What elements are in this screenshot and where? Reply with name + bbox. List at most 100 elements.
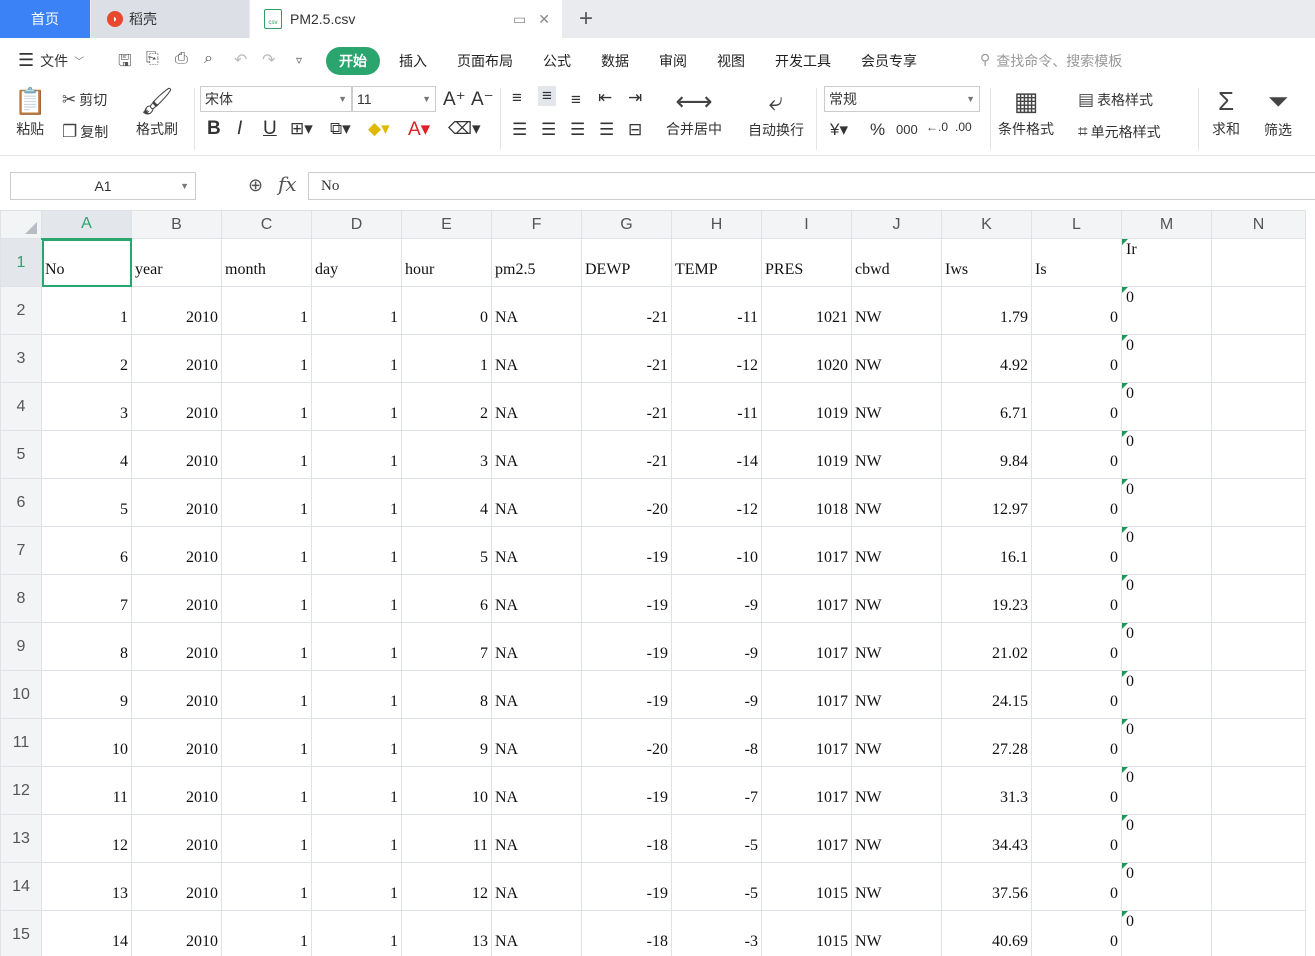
- cell-n3[interactable]: [1211, 334, 1306, 383]
- cell-f2[interactable]: NA: [491, 286, 582, 335]
- cell-k9[interactable]: 21.02: [941, 622, 1032, 671]
- cell-c7[interactable]: 1: [221, 526, 312, 575]
- cell-c15[interactable]: 1: [221, 910, 312, 956]
- menu-tab-formulas[interactable]: 公式: [532, 47, 582, 75]
- cell-i8[interactable]: 1017: [761, 574, 852, 623]
- align-bottom-icon[interactable]: ≡: [571, 90, 581, 110]
- cell-c6[interactable]: 1: [221, 478, 312, 527]
- menu-tab-home[interactable]: 开始: [326, 47, 380, 75]
- italic-icon[interactable]: I: [237, 118, 242, 140]
- align-right-icon[interactable]: ☰: [570, 120, 585, 140]
- distributed-icon[interactable]: ⊟: [628, 120, 642, 140]
- cell-i15[interactable]: 1015: [761, 910, 852, 956]
- tab-file-pm25[interactable]: csv PM2.5.csv ▭ ✕: [250, 0, 562, 38]
- cell-e6[interactable]: 4: [401, 478, 492, 527]
- cell-j6[interactable]: NW: [851, 478, 942, 527]
- cell-i2[interactable]: 1021: [761, 286, 852, 335]
- row-header-5[interactable]: 5: [0, 430, 42, 479]
- cell-l12[interactable]: 0: [1031, 766, 1122, 815]
- cell-g8[interactable]: -19: [581, 574, 672, 623]
- cell-b7[interactable]: 2010: [131, 526, 222, 575]
- cell-e13[interactable]: 11: [401, 814, 492, 863]
- cell-k1[interactable]: Iws: [941, 238, 1032, 287]
- cell-i14[interactable]: 1015: [761, 862, 852, 911]
- cell-n1[interactable]: [1211, 238, 1306, 287]
- cell-j8[interactable]: NW: [851, 574, 942, 623]
- undo-icon[interactable]: ↶: [234, 50, 247, 70]
- cell-k6[interactable]: 12.97: [941, 478, 1032, 527]
- zoom-icon[interactable]: ⊕: [248, 175, 263, 196]
- table-style-button[interactable]: ▤ 表格样式: [1078, 90, 1153, 110]
- justify-icon[interactable]: ☰: [599, 120, 614, 140]
- copy-button[interactable]: ❐ 复制: [62, 122, 108, 142]
- cell-a6[interactable]: 5: [41, 478, 132, 527]
- cell-d12[interactable]: 1: [311, 766, 402, 815]
- align-middle-icon[interactable]: ≡: [538, 86, 556, 106]
- cell-e5[interactable]: 3: [401, 430, 492, 479]
- cell-l1[interactable]: Is: [1031, 238, 1122, 287]
- cell-h7[interactable]: -10: [671, 526, 762, 575]
- cell-n11[interactable]: [1211, 718, 1306, 767]
- cell-k11[interactable]: 27.28: [941, 718, 1032, 767]
- cell-a4[interactable]: 3: [41, 382, 132, 431]
- cell-k14[interactable]: 37.56: [941, 862, 1032, 911]
- row-header-13[interactable]: 13: [0, 814, 42, 863]
- wrap-text-button[interactable]: ⤶ 自动换行: [748, 86, 804, 140]
- indent-increase-icon[interactable]: ⇥: [628, 88, 642, 108]
- cell-e7[interactable]: 5: [401, 526, 492, 575]
- cell-i1[interactable]: PRES: [761, 238, 852, 287]
- cell-j2[interactable]: NW: [851, 286, 942, 335]
- save-icon[interactable]: 🖫: [118, 50, 132, 77]
- cell-f5[interactable]: NA: [491, 430, 582, 479]
- font-color-icon[interactable]: A▾: [408, 118, 430, 141]
- cell-h9[interactable]: -9: [671, 622, 762, 671]
- print-icon[interactable]: ⎙: [175, 50, 188, 68]
- cell-k7[interactable]: 16.1: [941, 526, 1032, 575]
- cell-a12[interactable]: 11: [41, 766, 132, 815]
- redo-icon[interactable]: ↷: [262, 50, 275, 70]
- cell-e11[interactable]: 9: [401, 718, 492, 767]
- cell-b12[interactable]: 2010: [131, 766, 222, 815]
- cell-l5[interactable]: 0: [1031, 430, 1122, 479]
- cell-c5[interactable]: 1: [221, 430, 312, 479]
- cell-e4[interactable]: 2: [401, 382, 492, 431]
- cell-m15[interactable]: 0: [1121, 910, 1212, 956]
- cell-b5[interactable]: 2010: [131, 430, 222, 479]
- cell-e9[interactable]: 7: [401, 622, 492, 671]
- cell-n4[interactable]: [1211, 382, 1306, 431]
- cell-g2[interactable]: -21: [581, 286, 672, 335]
- cell-f12[interactable]: NA: [491, 766, 582, 815]
- cell-k13[interactable]: 34.43: [941, 814, 1032, 863]
- cell-c9[interactable]: 1: [221, 622, 312, 671]
- cell-d11[interactable]: 1: [311, 718, 402, 767]
- cell-c11[interactable]: 1: [221, 718, 312, 767]
- cell-f3[interactable]: NA: [491, 334, 582, 383]
- cell-g7[interactable]: -19: [581, 526, 672, 575]
- cell-n7[interactable]: [1211, 526, 1306, 575]
- cell-c3[interactable]: 1: [221, 334, 312, 383]
- cell-d9[interactable]: 1: [311, 622, 402, 671]
- cell-f13[interactable]: NA: [491, 814, 582, 863]
- cell-c4[interactable]: 1: [221, 382, 312, 431]
- row-header-1[interactable]: 1: [0, 238, 42, 287]
- cell-i4[interactable]: 1019: [761, 382, 852, 431]
- align-left-icon[interactable]: ☰: [512, 120, 527, 140]
- cell-g1[interactable]: DEWP: [581, 238, 672, 287]
- cell-c10[interactable]: 1: [221, 670, 312, 719]
- cell-h3[interactable]: -12: [671, 334, 762, 383]
- cell-j5[interactable]: NW: [851, 430, 942, 479]
- cell-l4[interactable]: 0: [1031, 382, 1122, 431]
- column-header-a[interactable]: A: [41, 210, 132, 240]
- cell-f8[interactable]: NA: [491, 574, 582, 623]
- column-header-j[interactable]: J: [851, 210, 942, 239]
- cell-j9[interactable]: NW: [851, 622, 942, 671]
- cell-f15[interactable]: NA: [491, 910, 582, 956]
- filter-button[interactable]: ⏷ 筛选: [1264, 86, 1292, 140]
- cell-f4[interactable]: NA: [491, 382, 582, 431]
- cell-j1[interactable]: cbwd: [851, 238, 942, 287]
- export-icon[interactable]: ⎘: [146, 50, 159, 68]
- cell-h15[interactable]: -3: [671, 910, 762, 956]
- row-header-9[interactable]: 9: [0, 622, 42, 671]
- cell-k12[interactable]: 31.3: [941, 766, 1032, 815]
- cell-c1[interactable]: month: [221, 238, 312, 287]
